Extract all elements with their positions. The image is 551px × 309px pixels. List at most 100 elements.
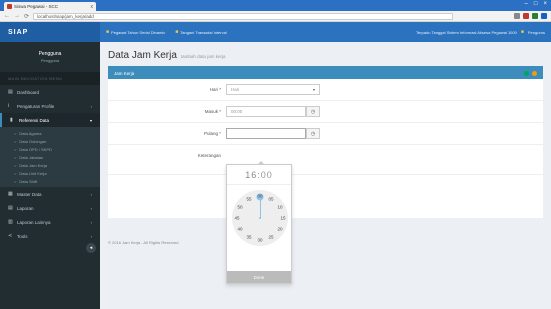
address-bar[interactable]: localhost/siap/jam_kerja/add [33, 12, 454, 20]
topnav-item-1[interactable]: ■ Pegawai Tahun Serial Dinamic [106, 29, 165, 35]
topnav-info-text: Terpadu Tanggal Sistem Informasi Aksesa … [415, 29, 517, 35]
clock-number[interactable]: 35 [246, 235, 251, 240]
app-logo[interactable]: SIAP [0, 22, 100, 42]
submenu-item[interactable]: ○ Data Unit Kerja [0, 169, 100, 177]
clock-face[interactable]: 00 05 10 15 20 25 30 35 40 45 50 55 [232, 190, 288, 246]
chevron-left-icon: ‹ [90, 233, 92, 239]
circle-icon: ○ [14, 138, 17, 144]
circle-icon: ○ [14, 154, 17, 160]
clock-number[interactable]: 40 [237, 227, 242, 232]
folder-icon: ■ [106, 29, 110, 35]
remove-icon[interactable] [532, 71, 537, 76]
sidebar: Pengguna Pengguna MAIN NAVIGATION MENU ▤… [0, 42, 100, 309]
sidebar-item-master-data[interactable]: ▦ Master Data ‹ [0, 187, 100, 201]
browser-tab-strip: Siswa Pegawai - SCC x – □ × [0, 0, 551, 11]
extension-red-icon[interactable] [523, 13, 529, 19]
chevron-left-icon: ‹ [90, 219, 92, 225]
circle-icon: ○ [14, 178, 17, 184]
box-title: Jam Kerja [114, 71, 135, 76]
clock-number[interactable]: 05 [268, 197, 273, 202]
minimize-button[interactable]: – [525, 1, 528, 7]
hari-select[interactable]: Hari ▾ [226, 84, 320, 95]
content-header: Data Jam Kerja tambah data jam kerja [108, 50, 225, 61]
star-icon[interactable] [514, 13, 520, 19]
clockpicker-popover: 16 : 00 00 05 10 15 20 25 30 35 40 45 50… [226, 161, 292, 284]
submenu-item[interactable]: ○ Data Jabatan [0, 153, 100, 161]
browser-tab[interactable]: Siswa Pegawai - SCC x [4, 2, 96, 11]
masuk-label: Masuk * [204, 109, 221, 114]
sidebar-header: MAIN NAVIGATION MENU [0, 72, 100, 85]
folder-icon: ■ [175, 29, 179, 35]
circle-icon: ○ [14, 170, 17, 176]
clock-number[interactable]: 10 [277, 205, 282, 210]
topnav-item-2[interactable]: ■ Tangani Transaksi Interval [175, 29, 227, 35]
book-icon: ▮ [10, 117, 13, 123]
pulang-input[interactable] [226, 128, 306, 139]
clock-done-button[interactable]: Done [227, 271, 291, 283]
chevron-left-icon: ‹ [90, 191, 92, 197]
sidebar-toggle-button[interactable]: ◂ [86, 243, 96, 253]
collapse-icon[interactable] [524, 71, 529, 76]
popover-arrow [257, 161, 265, 165]
form-row-pulang: Pulang * ◷ [108, 123, 543, 145]
reload-icon[interactable]: ⟳ [24, 13, 29, 20]
forward-icon[interactable]: → [14, 13, 20, 19]
sidebar-item-dashboard[interactable]: ▤ Dashboard [0, 85, 100, 99]
sidebar-item-laporan[interactable]: ▤ Laporan ‹ [0, 201, 100, 215]
clock-number[interactable]: 55 [246, 197, 251, 202]
sidebar-submenu: ○ Data Agama ○ Data Golongan ○ Data OPD / S… [0, 127, 100, 187]
page-title: Data Jam Kerja [108, 50, 177, 61]
clock-number[interactable]: 50 [237, 205, 242, 210]
clock-icon[interactable]: ◷ [306, 128, 320, 139]
clock-minutes[interactable]: 00 [261, 170, 273, 180]
extension-green-icon[interactable] [532, 13, 538, 19]
browser-toolbar: ← → ⟳ localhost/siap/jam_kerja/add [0, 11, 551, 22]
pulang-label: Pulang * [203, 131, 221, 136]
page-subtitle: tambah data jam kerja [180, 54, 226, 59]
clock-icon[interactable]: ◷ [306, 106, 320, 117]
form-row-keterangan: Keterangan [108, 145, 543, 175]
form-box: Jam Kerja Hari * Hari ▾ Masuk * 00:00 ◷ … [108, 66, 543, 218]
submenu-item[interactable]: ○ Data Shift [0, 177, 100, 185]
chart-icon: ▥ [8, 219, 13, 225]
clock-hours[interactable]: 16 [245, 170, 257, 180]
chevron-down-icon: ▾ [89, 117, 92, 123]
bell-icon[interactable]: ■ [521, 29, 524, 35]
hari-label: Hari * [209, 87, 221, 92]
user-menu[interactable]: Pengurus [528, 30, 545, 35]
submenu-item[interactable]: ○ Data Agama [0, 129, 100, 137]
extension-blue-icon[interactable] [541, 13, 547, 19]
circle-icon: ○ [14, 146, 17, 152]
favicon-icon [7, 4, 12, 9]
form-row-hari: Hari * Hari ▾ [108, 79, 543, 101]
clock-number[interactable]: 25 [268, 235, 273, 240]
chevron-left-icon: ‹ [90, 205, 92, 211]
clock-number[interactable]: 20 [277, 227, 282, 232]
back-icon[interactable]: ← [4, 13, 10, 19]
sidebar-item-tools[interactable]: ≺ Tools ‹ [0, 229, 100, 243]
keterangan-label: Keterangan [197, 153, 221, 158]
submenu-item[interactable]: ○ Data Jam Kerja [0, 161, 100, 169]
chevron-left-icon: ‹ [90, 103, 92, 109]
sidebar-item-referensi[interactable]: ▮ Referensi Data ▾ [0, 113, 100, 127]
topnav-right: Terpadu Tanggal Sistem Informasi Aksesa … [416, 29, 545, 35]
tab-close-icon[interactable]: x [91, 4, 94, 10]
submenu-item[interactable]: ○ Data OPD / SKPD [0, 145, 100, 153]
clock-number[interactable]: 30 [257, 238, 262, 243]
user-status: Pengguna [40, 58, 60, 63]
box-tools [524, 71, 537, 76]
sidebar-item-laporan-lainnya[interactable]: ▥ Laporan Lainnya ‹ [0, 215, 100, 229]
close-button[interactable]: × [543, 1, 547, 7]
maximize-button[interactable]: □ [534, 1, 538, 7]
user-name: Pengguna [38, 51, 62, 57]
clock-number[interactable]: 45 [234, 216, 239, 221]
caret-down-icon: ▾ [312, 87, 315, 92]
sidebar-item-profile[interactable]: i Pengaturan Profile ‹ [0, 99, 100, 113]
masuk-input[interactable]: 00:00 [226, 106, 306, 117]
submenu-item[interactable]: ○ Data Golongan [0, 137, 100, 145]
clock-number[interactable]: 00 [257, 194, 262, 199]
clockpicker-header: 16 : 00 [227, 165, 291, 185]
user-icon: i [8, 103, 10, 109]
clock-number[interactable]: 15 [280, 216, 285, 221]
window-controls: – □ × [525, 1, 547, 7]
